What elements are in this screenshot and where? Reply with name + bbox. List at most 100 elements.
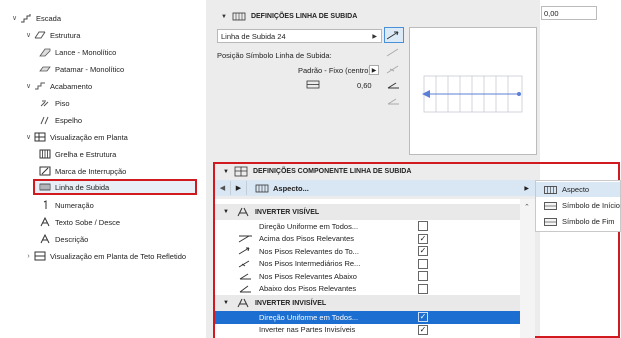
walking-line-icon (38, 182, 51, 193)
list-item[interactable]: Direção Uniforme em Todos... (215, 220, 520, 233)
flight-icon (38, 47, 51, 58)
checkbox[interactable] (418, 283, 428, 294)
tree-label: Acabamento (50, 81, 93, 91)
next-button[interactable]: ▶ (231, 181, 247, 195)
component-header[interactable]: ▼ DEFINIÇÕES COMPONENTE LINHA DE SUBIDA (215, 164, 540, 179)
line-style-3-button[interactable] (384, 61, 404, 77)
finish-icon (33, 81, 46, 92)
chevron-right-icon[interactable]: ▶ (524, 185, 529, 192)
position-value[interactable]: Padrão - Fixo (centro) (298, 66, 371, 75)
list-item[interactable]: Direção Uniforme em Todos... ✓ (215, 311, 520, 324)
tree-item-linha-subida[interactable]: Linha de Subida (33, 179, 197, 195)
collapse-triangle-icon[interactable]: ▼ (223, 209, 229, 215)
walking-line-preview (409, 27, 537, 155)
structure-icon (33, 30, 46, 41)
list-item[interactable]: Nos Pisos Relevantes do To... ✓ (215, 245, 520, 258)
line-style-5-button[interactable] (384, 93, 404, 109)
above-floors-icon (238, 235, 256, 243)
grid-icon (38, 149, 51, 160)
tree-label: Espelho (55, 115, 83, 125)
flip-icon (237, 207, 249, 217)
tree-item-piso[interactable]: Piso (38, 95, 70, 111)
floorplan-icon (33, 132, 46, 143)
line-style-2-button[interactable] (384, 44, 404, 60)
relevant-floors-below-icon (238, 272, 256, 280)
list-item[interactable]: Inverter nas Partes Invisíveis ✓ (215, 324, 520, 337)
chevron-up-icon[interactable]: ⌃ (524, 203, 530, 211)
tree-label: Grelha e Estrutura (55, 149, 117, 159)
checkbox[interactable] (418, 258, 428, 269)
chevron-down-icon[interactable]: ∨ (24, 82, 33, 90)
previous-button[interactable]: ◀ (215, 181, 231, 195)
line-style-full-button[interactable] (384, 27, 404, 43)
list-item[interactable]: Nos Pisos Intermediários Re... (215, 258, 520, 271)
line-style-2-icon (386, 48, 399, 57)
tree-label: Texto Sobe / Desce (55, 217, 121, 227)
settings-header[interactable]: ▼ DEFINIÇÕES LINHA DE SUBIDA (213, 9, 538, 24)
walking-line-type-select[interactable]: Linha de Subida 24 ▶ (217, 29, 382, 43)
menu-item-label: Símbolo de Início (562, 201, 620, 210)
line-style-4-icon (387, 82, 399, 89)
distance-value[interactable]: 0,60 (357, 81, 372, 90)
tree-item-espelho[interactable]: Espelho (38, 112, 82, 128)
group-inverter-visivel[interactable]: ▼ INVERTER VISÍVEL (215, 204, 520, 220)
tree-item-lance[interactable]: Lance - Monolítico (38, 44, 116, 60)
checkbox[interactable]: ✓ (418, 312, 428, 323)
aspect-selector[interactable]: Aspecto... (255, 184, 309, 193)
tree-label: Numeração (55, 200, 94, 210)
list-item[interactable]: Abaixo dos Pisos Relevantes (215, 283, 520, 296)
tree-item-estrutura[interactable]: ∨ Estrutura (24, 27, 81, 43)
tree-label: Patamar - Monolítico (55, 64, 125, 74)
stair-preview-graphic (422, 75, 523, 113)
menu-item-simbolo-fim[interactable]: Símbolo de Fim (536, 214, 620, 229)
checkbox[interactable] (418, 271, 428, 282)
component-nav-row: ◀ ▶ Aspecto... ▶ (215, 180, 535, 196)
line-style-4-button[interactable] (384, 77, 404, 93)
walking-line-type-value: Linha de Subida 24 (221, 31, 286, 41)
checkbox[interactable] (418, 221, 428, 232)
list-item[interactable]: Acima dos Pisos Relevantes ✓ (215, 233, 520, 246)
collapse-triangle-icon[interactable]: ▼ (223, 169, 229, 175)
tree-item-visualizacao-planta[interactable]: ∨ Visualização em Planta (24, 129, 128, 145)
list-scrollbar[interactable]: ⌃ (520, 199, 535, 338)
menu-item-simbolo-inicio[interactable]: Símbolo de Início (536, 198, 620, 213)
chevron-right-icon[interactable]: › (24, 253, 33, 260)
aspect-dropdown-menu: Aspecto Símbolo de Início Símbolo de Fim (535, 180, 621, 232)
chevron-down-icon[interactable]: ∨ (24, 31, 33, 39)
tree-item-acabamento[interactable]: ∨ Acabamento (24, 78, 92, 94)
tree-item-escada[interactable]: ∨ Escada (10, 10, 61, 26)
group-inverter-invisivel[interactable]: ▼ INVERTER INVISÍVEL (215, 295, 520, 311)
tree-item-descricao[interactable]: Descrição (38, 231, 88, 247)
chevron-down-icon[interactable]: ∨ (24, 133, 33, 141)
tread-icon (38, 98, 51, 109)
checkbox[interactable]: ✓ (418, 324, 428, 335)
aspect-icon (255, 184, 269, 192)
tree-label: Escada (36, 13, 62, 23)
row-label: Nos Pisos Intermediários Re... (259, 259, 361, 269)
tree-item-visualizacao-teto[interactable]: › Visualização em Planta de Teto Refleti… (24, 248, 186, 264)
text-icon (38, 217, 51, 228)
collapse-triangle-icon[interactable]: ▼ (223, 300, 229, 306)
checkbox[interactable]: ✓ (418, 246, 428, 257)
component-icon (234, 166, 248, 177)
tree-item-texto-sobe[interactable]: Texto Sobe / Desce (38, 214, 120, 230)
list-item[interactable]: Nos Pisos Relevantes Abaixo (215, 270, 520, 283)
flip-icon (237, 298, 249, 308)
menu-item-aspecto[interactable]: Aspecto (536, 182, 620, 197)
tree-item-grelha[interactable]: Grelha e Estrutura (38, 146, 116, 162)
tree-label: Lance - Monolítico (55, 47, 117, 57)
checkbox[interactable]: ✓ (418, 233, 428, 244)
chevron-right-icon: ▶ (372, 33, 377, 40)
tree-label: Piso (55, 98, 70, 108)
chevron-down-icon[interactable]: ∨ (10, 14, 19, 22)
tree-item-numeracao[interactable]: Numeração (38, 197, 94, 213)
stair-icon (19, 13, 32, 24)
position-dropdown-button[interactable]: ▶ (369, 65, 379, 75)
tree-item-marca-interrupcao[interactable]: Marca de Interrupção (38, 163, 126, 179)
menu-item-label: Aspecto (562, 185, 590, 194)
collapse-triangle-icon[interactable]: ▼ (221, 14, 227, 20)
tree-label: Visualização em Planta (50, 132, 128, 142)
value-field[interactable]: 0,00 (541, 6, 597, 20)
tree-item-patamar[interactable]: Patamar - Monolítico (38, 61, 124, 77)
settings-header-title: DEFINIÇÕES LINHA DE SUBIDA (250, 13, 358, 20)
